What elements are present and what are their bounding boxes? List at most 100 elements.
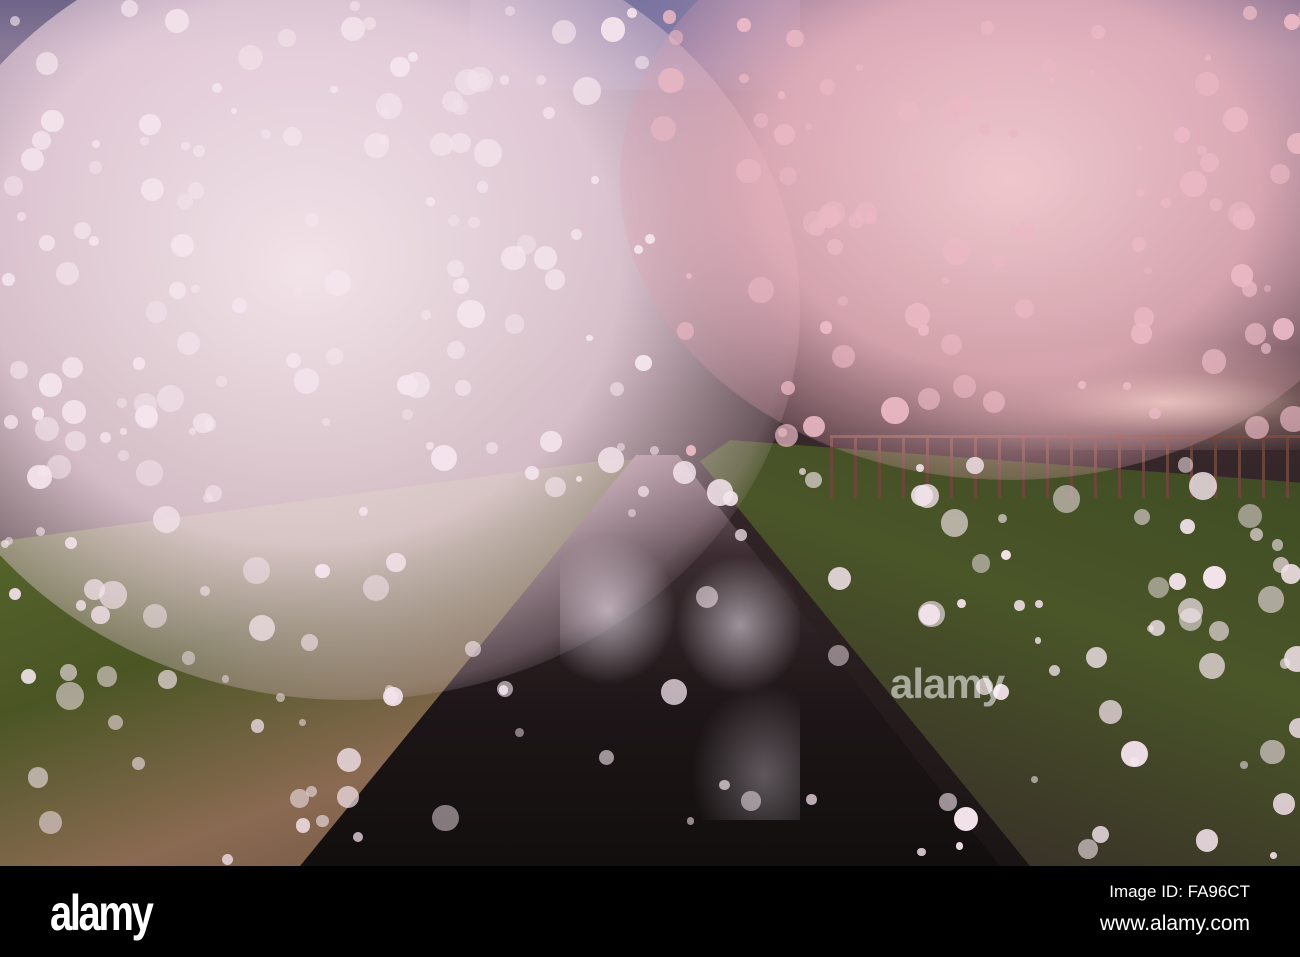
- blossom: [136, 459, 163, 487]
- blossom: [1243, 6, 1258, 20]
- blossom: [1284, 13, 1300, 30]
- blossom: [193, 144, 206, 158]
- blossom: [1001, 550, 1012, 561]
- blossom: [121, 0, 138, 17]
- blossom: [499, 75, 509, 85]
- blossom: [735, 529, 747, 541]
- blossom: [1270, 851, 1278, 860]
- blossom: [706, 479, 734, 506]
- blossom: [673, 461, 696, 485]
- blossom: [1136, 144, 1143, 151]
- blossom: [1034, 599, 1043, 608]
- blossom: [1209, 620, 1230, 641]
- blossom: [193, 412, 214, 434]
- blossom: [1244, 323, 1267, 345]
- blossom: [10, 361, 28, 379]
- blossom: [39, 811, 62, 834]
- blossom: [290, 789, 309, 809]
- blossom: [897, 100, 920, 123]
- image-id: Image ID: FA96CT: [1109, 882, 1250, 901]
- blossom: [911, 484, 933, 507]
- blossom: [617, 443, 625, 451]
- blossom: [649, 446, 659, 456]
- blossom: [38, 235, 55, 252]
- blossom: [1199, 152, 1220, 173]
- blossom: [349, 1, 360, 11]
- blossom: [571, 228, 583, 240]
- blossom: [420, 309, 432, 321]
- blossom: [304, 213, 320, 228]
- blossom: [626, 8, 637, 18]
- blossom: [200, 586, 211, 596]
- blossom: [10, 15, 21, 26]
- blossom: [20, 148, 44, 171]
- blossom: [486, 442, 499, 455]
- blossom: [295, 818, 311, 834]
- blossom: [275, 692, 285, 702]
- blossom: [952, 374, 977, 398]
- blossom: [1048, 664, 1060, 676]
- blossom: [231, 107, 238, 115]
- blossom: [36, 527, 46, 537]
- blossom: [27, 767, 49, 789]
- blossom: [1136, 187, 1146, 197]
- blossom: [627, 509, 636, 518]
- blossom: [1149, 407, 1161, 419]
- blossom: [785, 29, 804, 48]
- blossom: [774, 423, 799, 448]
- blossom: [176, 331, 201, 356]
- blossom: [1228, 202, 1252, 226]
- blossom: [75, 600, 87, 611]
- blossom: [881, 396, 909, 425]
- blossom: [429, 133, 453, 156]
- blossom: [1245, 415, 1269, 440]
- blossom: [426, 441, 434, 450]
- blossom: [590, 175, 599, 184]
- blossom: [116, 397, 127, 408]
- blossom: [383, 686, 403, 707]
- blossom: [298, 719, 306, 727]
- blossom: [447, 260, 465, 278]
- blossom: [828, 567, 852, 591]
- blossom: [917, 387, 940, 410]
- blossom: [634, 244, 644, 255]
- blossom: [1008, 128, 1019, 139]
- blossom: [979, 124, 991, 136]
- blossom: [1090, 25, 1105, 40]
- website-link[interactable]: www.alamy.com: [1100, 912, 1250, 936]
- blossom: [501, 246, 526, 271]
- blossom: [117, 449, 129, 462]
- blossom: [938, 102, 959, 123]
- blossom: [107, 715, 124, 731]
- blossom: [1199, 652, 1226, 680]
- blossom: [719, 779, 731, 791]
- blossom: [46, 455, 71, 480]
- blossom: [542, 107, 555, 120]
- blossom: [131, 756, 146, 771]
- blossom: [1078, 838, 1099, 859]
- blossom: [1085, 647, 1107, 669]
- blossom: [140, 136, 149, 146]
- blossom: [524, 465, 539, 480]
- blossom: [806, 794, 817, 805]
- blossom: [576, 475, 583, 483]
- blossom: [38, 373, 63, 397]
- blossom: [477, 181, 489, 193]
- blossom: [73, 222, 91, 240]
- blossom: [1189, 472, 1217, 500]
- blossom: [600, 17, 626, 42]
- blossom: [780, 380, 795, 395]
- blossom: [544, 269, 566, 290]
- blossom: [3, 176, 24, 197]
- blossom: [340, 16, 365, 41]
- blossom: [61, 357, 83, 378]
- blossom: [997, 513, 1007, 523]
- blossom: [473, 139, 502, 168]
- blossom: [658, 68, 684, 94]
- blossom: [819, 79, 836, 96]
- blossom: [168, 281, 187, 299]
- blossom: [939, 793, 957, 811]
- blossom: [909, 170, 926, 187]
- blossom: [1134, 508, 1151, 526]
- blossom: [838, 296, 848, 306]
